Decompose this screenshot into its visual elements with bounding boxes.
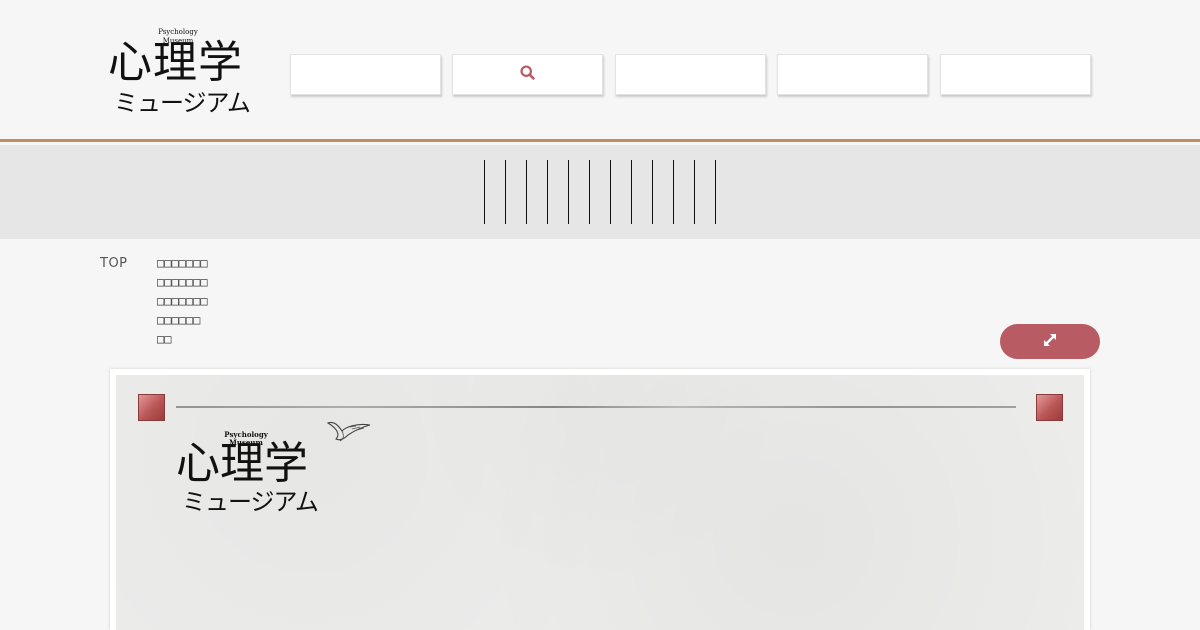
nav-search-button[interactable] xyxy=(452,54,603,95)
paper-background: Psychology Museum 心理学 ミュージアム xyxy=(116,375,1084,630)
logo-english-line1: Psychology xyxy=(158,28,198,36)
breadcrumb-item[interactable]: □□□□□□□ xyxy=(157,273,208,292)
banner-glyph-placeholder xyxy=(526,160,527,224)
banner-glyph-placeholder xyxy=(505,160,506,224)
banner-glyph-placeholder xyxy=(610,160,611,224)
corner-square-right xyxy=(1036,394,1063,421)
site-logo[interactable]: Psychology Museum 心理学 ミュージアム xyxy=(108,28,258,120)
logo-subtitle: ミュージアム xyxy=(114,89,251,117)
banner-glyph-placeholder xyxy=(547,160,548,224)
breadcrumb-item[interactable]: □□□□□□□ xyxy=(157,292,208,311)
nav-button-1[interactable] xyxy=(290,54,441,95)
banner-glyph-placeholder xyxy=(673,160,674,224)
banner-glyph-placeholder xyxy=(631,160,632,224)
frame-logo-subtitle: ミュージアム xyxy=(182,488,319,516)
header-rule xyxy=(176,406,1016,408)
bird-illustration xyxy=(326,421,371,442)
page-frame: Psychology Museum 心理学 ミュージアム xyxy=(110,369,1090,630)
banner-glyph-placeholder xyxy=(589,160,590,224)
expand-icon xyxy=(1041,331,1059,353)
main-nav xyxy=(290,54,1091,95)
banner-glyph-placeholder xyxy=(652,160,653,224)
banner-glyph-placeholder xyxy=(715,160,716,224)
corner-square-left xyxy=(138,394,165,421)
logo-title: 心理学 xyxy=(108,37,243,88)
breadcrumb-item[interactable]: □□□□□□ xyxy=(157,311,208,330)
banner-glyph-placeholder xyxy=(568,160,569,224)
breadcrumb-top-link[interactable]: TOP xyxy=(100,256,128,271)
breadcrumb: □□□□□□□ □□□□□□□ □□□□□□□ □□□□□□ □□ xyxy=(157,254,208,349)
search-icon xyxy=(519,64,536,85)
banner-glyph-placeholder xyxy=(694,160,695,224)
nav-button-3[interactable] xyxy=(615,54,766,95)
banner-glyph-placeholder xyxy=(484,160,485,224)
frame-logo-title: 心理学 xyxy=(176,438,308,489)
site-header: Psychology Museum 心理学 ミュージアム xyxy=(0,0,1200,142)
fullscreen-button[interactable] xyxy=(1000,324,1100,359)
breadcrumb-item: □□ xyxy=(157,332,172,346)
nav-button-5[interactable] xyxy=(940,54,1091,95)
title-banner xyxy=(0,145,1200,239)
breadcrumb-item[interactable]: □□□□□□□ xyxy=(157,254,208,273)
nav-button-4[interactable] xyxy=(777,54,928,95)
